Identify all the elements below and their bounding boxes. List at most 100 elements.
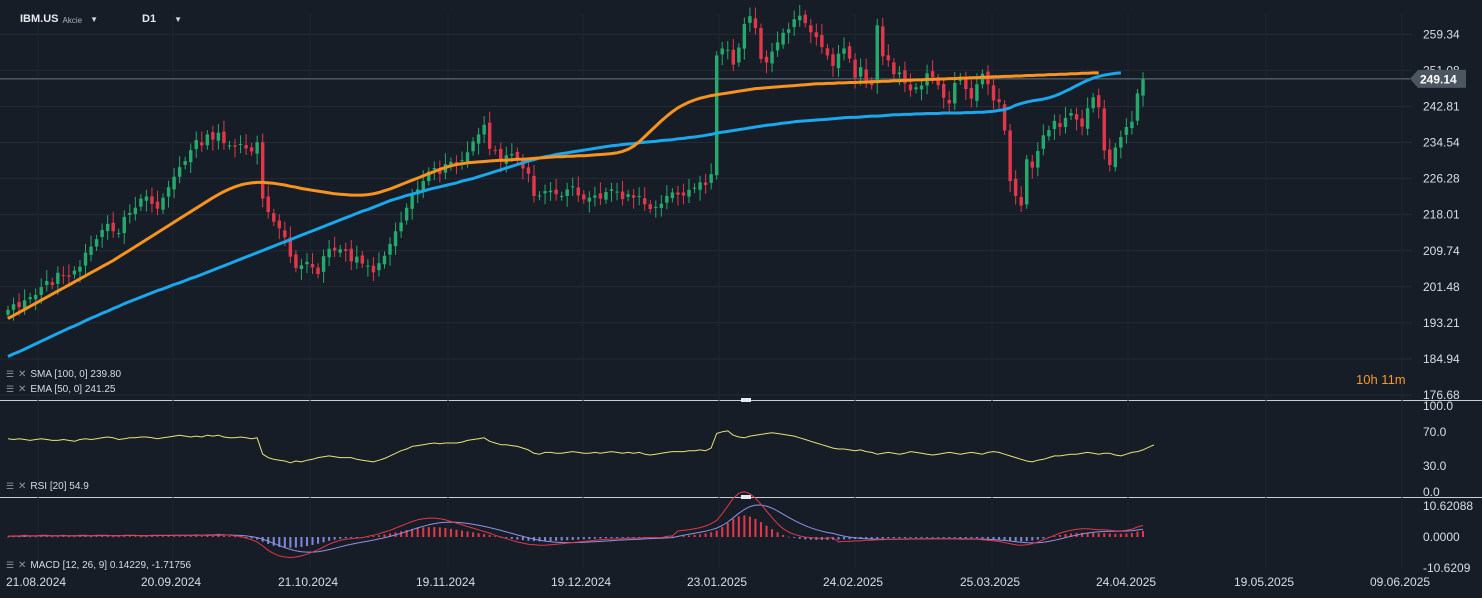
candle-body (432, 168, 437, 170)
price-axis-label: 234.54 (1423, 136, 1460, 150)
macd-histogram-bar (56, 536, 59, 538)
candle-body (299, 265, 304, 270)
candle-body (731, 49, 736, 65)
macd-histogram-bar (477, 533, 480, 537)
macd-legend[interactable]: ☰ ✕ MACD [12, 26, 9] 0.14229, -1.71756 (6, 559, 191, 571)
macd-histogram-bar (101, 536, 104, 537)
settings-icon[interactable]: ☰ (6, 481, 15, 491)
candle-body (1013, 178, 1018, 196)
candle-body (83, 252, 88, 266)
candle-body (482, 124, 486, 135)
ema-legend[interactable]: ☰ ✕ EMA [50, 0] 241.25 (6, 383, 115, 395)
macd-histogram-bar (400, 531, 403, 537)
candle-body (338, 249, 342, 253)
macd-histogram-bar (1042, 537, 1045, 539)
candle-body (1124, 127, 1129, 135)
candle-body (332, 247, 337, 251)
macd-histogram-bar (782, 534, 785, 537)
candle-body (344, 249, 348, 251)
macd-histogram-bar (505, 537, 508, 538)
candle-body (211, 132, 215, 140)
macd-histogram-bar (173, 536, 176, 537)
candle-body (714, 55, 719, 176)
rsi-legend[interactable]: ☰ ✕ RSI [20] 54.9 (6, 480, 89, 492)
candle-body (975, 84, 979, 101)
settings-icon[interactable]: ☰ (6, 369, 15, 379)
pane-resize-handle[interactable] (741, 398, 751, 402)
macd-histogram-bar (1130, 532, 1133, 537)
candle-body (166, 187, 171, 197)
candle-body (953, 82, 957, 104)
close-icon[interactable]: ✕ (18, 384, 26, 395)
candle-body (803, 14, 807, 24)
macd-histogram-bar (732, 518, 735, 537)
pane-resize-handle[interactable] (741, 495, 751, 499)
candle-body (941, 84, 946, 98)
timeframe-selector[interactable]: D1 ▼ (142, 8, 182, 30)
candle-body (1008, 130, 1012, 182)
macd-histogram-bar (328, 537, 331, 541)
macd-histogram-bar (693, 534, 696, 537)
macd-histogram-bar (621, 537, 624, 538)
close-icon[interactable]: ✕ (18, 369, 26, 380)
macd-histogram-bar (577, 537, 580, 540)
macd-histogram-bar (1036, 537, 1039, 540)
price-axis-label: 259.34 (1423, 27, 1460, 41)
macd-histogram-bar (106, 536, 109, 537)
symbol-selector[interactable]: IBM.US Akcie ▼ (20, 8, 98, 30)
stock-chart[interactable]: 259.34251.08242.81234.54226.28218.01209.… (0, 0, 1482, 598)
candle-body (609, 189, 614, 191)
candle-body (321, 256, 326, 272)
candle-body (764, 56, 769, 63)
candle-body (681, 192, 686, 196)
macd-histogram-bar (156, 536, 159, 537)
candle-body (1108, 149, 1112, 165)
macd-histogram-bar (472, 532, 475, 537)
candle-body (726, 49, 730, 51)
settings-icon[interactable]: ☰ (6, 384, 15, 394)
close-icon[interactable]: ✕ (18, 481, 26, 492)
macd-histogram-bar (233, 536, 237, 538)
macd-histogram-bar (145, 536, 148, 538)
candle-body (858, 67, 863, 77)
macd-histogram-bar (117, 536, 120, 538)
candle-body (471, 141, 475, 152)
candle-body (692, 187, 697, 189)
time-axis-label: 23.01.2025 (687, 575, 747, 589)
candle-body (1119, 137, 1123, 148)
candle-body (1080, 118, 1084, 127)
candle-body (177, 167, 182, 177)
settings-icon[interactable]: ☰ (6, 560, 15, 570)
macd-histogram-bar (975, 537, 978, 539)
macd-histogram-bar (771, 529, 774, 537)
close-icon[interactable]: ✕ (18, 560, 26, 571)
candle-body (222, 131, 226, 144)
candle-body (33, 294, 38, 300)
candle-body (399, 222, 403, 232)
candle-body (366, 265, 370, 267)
macd-line (7, 491, 1144, 558)
candle-body (1096, 95, 1101, 108)
macd-histogram-bar (793, 537, 796, 538)
macd-histogram-bar (754, 518, 757, 537)
candle-body (255, 142, 259, 154)
candle-body (565, 189, 569, 196)
candle-body (809, 25, 813, 33)
time-axis-label: 20.09.2024 (141, 575, 201, 589)
macd-histogram-bar (383, 534, 386, 537)
macd-histogram-bar (599, 537, 602, 539)
candle-body (155, 201, 160, 209)
candle-body (11, 304, 16, 310)
candle-body (94, 239, 99, 247)
macd-histogram-bar (34, 536, 37, 538)
macd-histogram-bar (84, 536, 87, 537)
macd-histogram-bar (1031, 537, 1034, 541)
macd-histogram-bar (427, 527, 430, 537)
sma-legend[interactable]: ☰ ✕ SMA [100, 0] 239.80 (6, 368, 121, 380)
candle-body (775, 42, 780, 51)
time-axis-label: 25.03.2025 (960, 575, 1020, 589)
macd-histogram-bar (90, 536, 93, 538)
macd-histogram-bar (1092, 532, 1095, 537)
candle-body (554, 189, 558, 195)
macd-histogram-bar (837, 537, 840, 540)
